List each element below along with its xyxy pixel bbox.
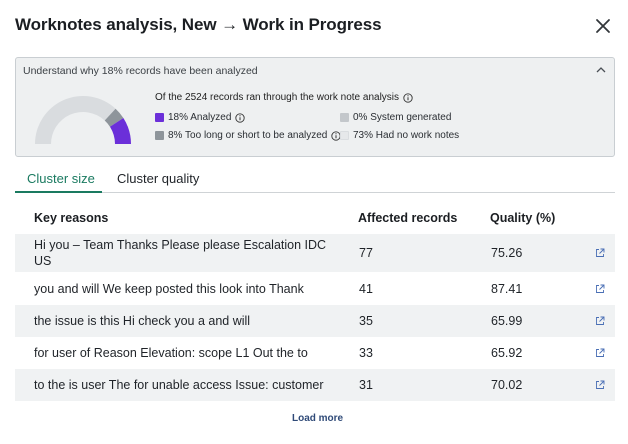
tab-bar: Cluster size Cluster quality [15,167,615,193]
row-reason: you and will We keep posted this look in… [34,282,304,296]
column-header-key-reasons: Key reasons [34,211,109,225]
info-icon[interactable] [235,112,246,123]
row-reason: the issue is this Hi check you a and wil… [34,314,251,328]
legend-system-generated: 0% System generated [340,112,451,123]
column-header-affected-records: Affected records [358,211,458,225]
system-swatch [340,113,349,122]
panel-header[interactable]: Understand why 18% records have been ana… [23,65,258,77]
table-row[interactable]: you and will We keep posted this look in… [15,273,615,305]
legend-analyzed: 18% Analyzed [155,112,246,123]
row-quality: 75.26 [491,246,523,260]
external-link-icon[interactable] [595,316,605,326]
active-tab-indicator [15,191,102,193]
load-more-link[interactable]: Load more [292,413,343,424]
gauge-chart [33,94,133,146]
external-link-icon[interactable] [595,348,605,358]
legend-too-long: 8% Too long or short to be analyzed [155,130,342,141]
too-long-swatch [155,131,164,140]
legend-system-label: 0% System generated [353,112,452,123]
close-icon[interactable] [594,17,612,35]
row-reason: for user of Reason Elevation: scope L1 O… [34,346,308,360]
legend-no-notes: 73% Had no work notes [340,130,459,141]
row-quality: 65.92 [491,346,523,360]
column-header-quality: Quality (%) [490,211,556,225]
no-notes-swatch [340,131,349,140]
analysis-panel: Understand why 18% records have been ana… [15,57,615,157]
tab-cluster-size[interactable]: Cluster size [27,171,95,186]
external-link-icon[interactable] [595,380,605,390]
row-records: 35 [359,314,373,328]
analyzed-swatch [155,113,164,122]
legend-no-notes-label: 73% Had no work notes [353,130,460,141]
table-row[interactable]: to the is user The for unable access Iss… [15,369,615,401]
table-row[interactable]: the issue is this Hi check you a and wil… [15,305,615,337]
row-quality: 87.41 [491,282,523,296]
chevron-up-icon[interactable] [595,64,607,76]
row-records: 77 [359,246,373,260]
row-quality: 70.02 [491,378,523,392]
summary-text: Of the 2524 records ran through the work… [155,92,413,103]
external-link-icon[interactable] [595,284,605,294]
row-records: 33 [359,346,373,360]
summary-label: Of the 2524 records ran through the work… [155,92,400,103]
table-row[interactable]: for user of Reason Elevation: scope L1 O… [15,337,615,369]
modal-title: Worknotes analysis, New → Work in Progre… [15,15,382,34]
external-link-icon[interactable] [595,248,605,258]
row-reason: Hi you – Team Thanks Please please Escal… [34,238,327,268]
tab-cluster-quality[interactable]: Cluster quality [117,171,199,186]
info-icon[interactable] [403,92,413,103]
gauge-segment-had-no-work-notes [35,96,116,144]
legend-analyzed-label: 18% Analyzed [168,112,232,123]
legend-too-long-label: 8% Too long or short to be analyzed [168,130,328,141]
table-row[interactable]: Hi you – Team Thanks Please please Escal… [15,234,615,272]
row-quality: 65.99 [491,314,523,328]
row-records: 41 [359,282,373,296]
row-reason: to the is user The for unable access Iss… [34,378,324,392]
row-records: 31 [359,378,373,392]
